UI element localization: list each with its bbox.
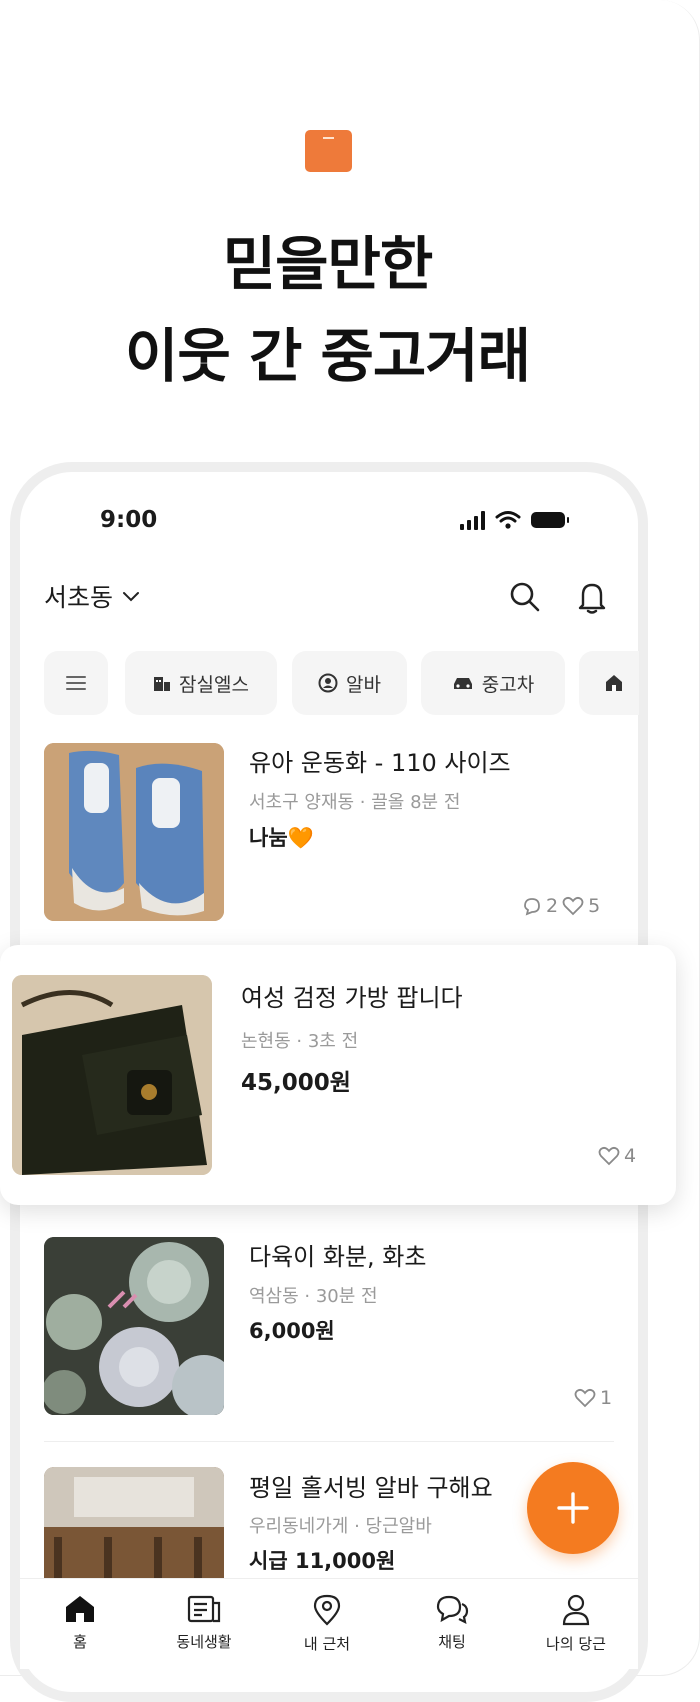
chip-label: 중고차 <box>481 673 535 696</box>
chat-icon <box>524 898 540 916</box>
plants-photo <box>44 1237 224 1415</box>
listing-title[interactable]: 평일 홀서빙 알바 구해요 <box>249 1468 493 1503</box>
listing-stats: 1 <box>574 1387 612 1409</box>
tab-label: 동네생활 <box>176 1633 232 1651</box>
restaurant-photo <box>44 1467 224 1578</box>
listing-thumbnail[interactable] <box>44 1237 224 1415</box>
listing-thumbnail[interactable] <box>12 975 212 1175</box>
plus-icon <box>557 1492 589 1524</box>
user-icon <box>562 1594 590 1626</box>
listing-meta: 서초구 양재동 · 끌올 8분 전 <box>249 792 461 813</box>
search-button[interactable] <box>505 577 545 617</box>
notification-button[interactable] <box>572 577 612 617</box>
listing-price: 6,000원 <box>249 1319 335 1343</box>
promo-headline: 믿을만한 이웃 간 중고거래 <box>0 218 655 402</box>
location-selector[interactable]: 서초동 <box>44 578 141 614</box>
signal-icon <box>460 510 485 530</box>
battery-icon <box>531 512 569 528</box>
location-pin-icon <box>313 1594 341 1626</box>
location-label: 서초동 <box>44 583 114 612</box>
listing-stats: 4 <box>598 1145 636 1167</box>
chip-label: 알바 <box>346 673 381 696</box>
headline-line-1: 믿을만한 <box>222 230 433 298</box>
divider <box>44 1441 614 1442</box>
newspaper-icon <box>187 1595 221 1623</box>
chip-realty[interactable] <box>579 651 639 715</box>
chip-label: 잠실엘스 <box>179 673 249 696</box>
bag-photo <box>12 975 212 1175</box>
headline-line-2: 이웃 간 중고거래 <box>125 322 531 390</box>
house-icon <box>606 675 622 691</box>
tab-my-profile[interactable]: 나의 당근 <box>526 1593 626 1654</box>
person-badge-icon <box>318 673 338 693</box>
chat-icon <box>436 1595 469 1624</box>
listing-title[interactable]: 여성 검정 가방 팝니다 <box>241 978 463 1013</box>
tab-community[interactable]: 동네생활 <box>154 1593 254 1652</box>
tab-label: 채팅 <box>438 1633 466 1651</box>
brand-box-icon <box>305 130 352 172</box>
listing-price: 45,000원 <box>241 1070 351 1096</box>
listing-thumbnail[interactable] <box>44 1467 224 1578</box>
like-count: 4 <box>624 1145 637 1167</box>
bottom-tab-bar: 홈 동네생활 내 근처 채팅 나의 당근 <box>20 1578 638 1669</box>
tab-label: 나의 당근 <box>546 1635 606 1653</box>
shoes-photo <box>44 743 224 921</box>
listing-meta: 논현동 · 3초 전 <box>241 1031 359 1052</box>
like-count: 1 <box>600 1387 613 1409</box>
like-count: 5 <box>588 895 601 917</box>
listing-thumbnail[interactable] <box>44 743 224 921</box>
heart-icon <box>598 1146 620 1166</box>
listing-title[interactable]: 유아 운동화 - 110 사이즈 <box>249 743 511 778</box>
status-icons <box>460 505 569 535</box>
chevron-down-icon <box>123 592 140 602</box>
heart-icon <box>574 1388 596 1408</box>
listing-meta: 우리동네가게 · 당근알바 <box>249 1516 432 1537</box>
search-icon <box>510 582 540 612</box>
listing-title[interactable]: 다육이 화분, 화초 <box>249 1237 426 1272</box>
listing-price: 나눔🧡 <box>249 826 314 850</box>
listing-price: 시급 11,000원 <box>249 1549 396 1573</box>
chip-job[interactable]: 알바 <box>292 651 407 715</box>
listing-stats: 2 5 <box>522 895 600 917</box>
tab-label: 홈 <box>73 1633 87 1651</box>
home-icon <box>66 1596 94 1622</box>
tab-label: 내 근처 <box>303 1635 351 1653</box>
chip-apartment[interactable]: 잠실엘스 <box>125 651 277 715</box>
tab-nearby[interactable]: 내 근처 <box>277 1593 377 1654</box>
add-listing-button[interactable] <box>527 1462 619 1554</box>
car-icon <box>453 678 472 689</box>
heart-icon <box>562 896 584 916</box>
listing-meta: 역삼동 · 30분 전 <box>249 1286 378 1307</box>
bell-icon <box>578 583 606 614</box>
status-time: 9:00 <box>100 507 158 533</box>
category-chips: 잠실엘스 알바 중고차 <box>44 651 639 715</box>
menu-icon <box>66 676 86 690</box>
tab-chat[interactable]: 채팅 <box>402 1593 502 1652</box>
tab-home[interactable]: 홈 <box>30 1593 130 1652</box>
building-icon <box>154 677 171 691</box>
comment-count: 2 <box>546 895 559 917</box>
chip-car[interactable]: 중고차 <box>421 651 565 715</box>
menu-chip[interactable] <box>44 651 108 715</box>
wifi-icon <box>495 511 521 529</box>
